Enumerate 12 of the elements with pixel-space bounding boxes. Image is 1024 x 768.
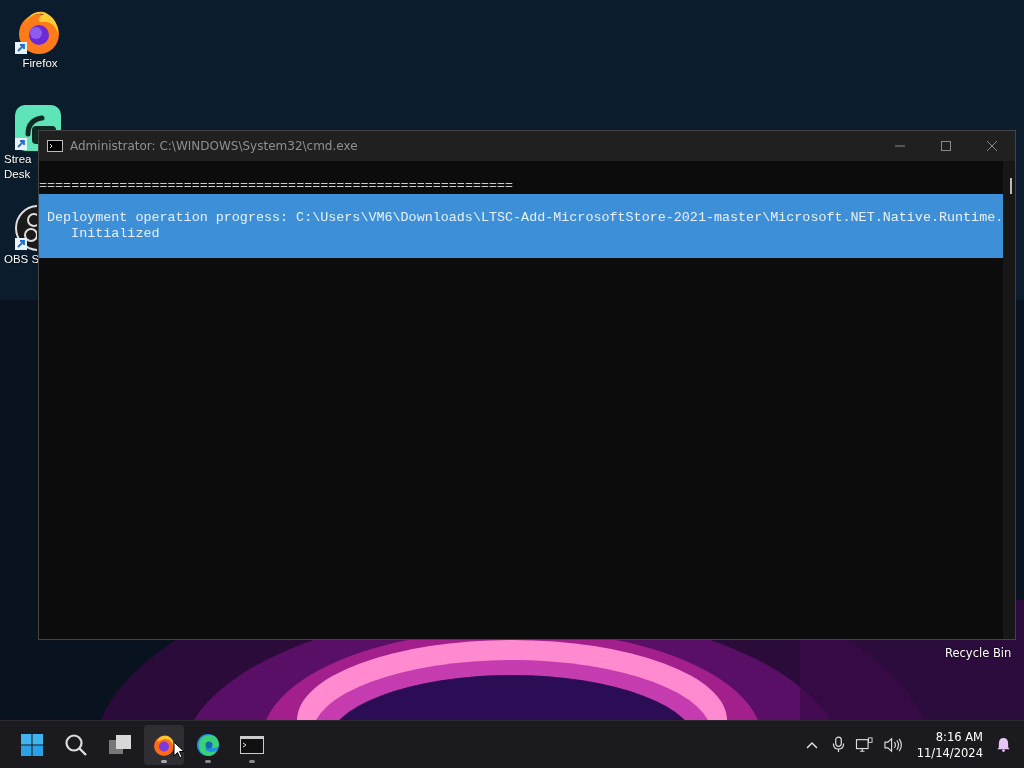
console-line: Deployment operation progress: C:\Users\VM6\Downloads\LTSC-Add-MicrosoftStore-2021-master\Microsoft.NET.Native.Runtime. <box>47 210 1004 226</box>
icon-label: Strea <box>4 152 32 167</box>
icon-label: Recycle Bin <box>945 646 1012 660</box>
clock[interactable]: 8:16 AM 11/14/2024 <box>916 728 983 761</box>
console-line: Initialized <box>70 226 161 242</box>
icon-label: Firefox <box>22 56 58 71</box>
icon-label: Desk <box>4 167 31 182</box>
window-title: Administrator: C:\WINDOWS\System32\cmd.exe <box>70 139 358 153</box>
icon-label: OBS S <box>4 252 40 267</box>
clock-date: 11/14/2024 <box>916 744 983 761</box>
clock-time: 8:16 AM <box>935 728 983 745</box>
console-line: =========================================================== <box>39 178 515 194</box>
